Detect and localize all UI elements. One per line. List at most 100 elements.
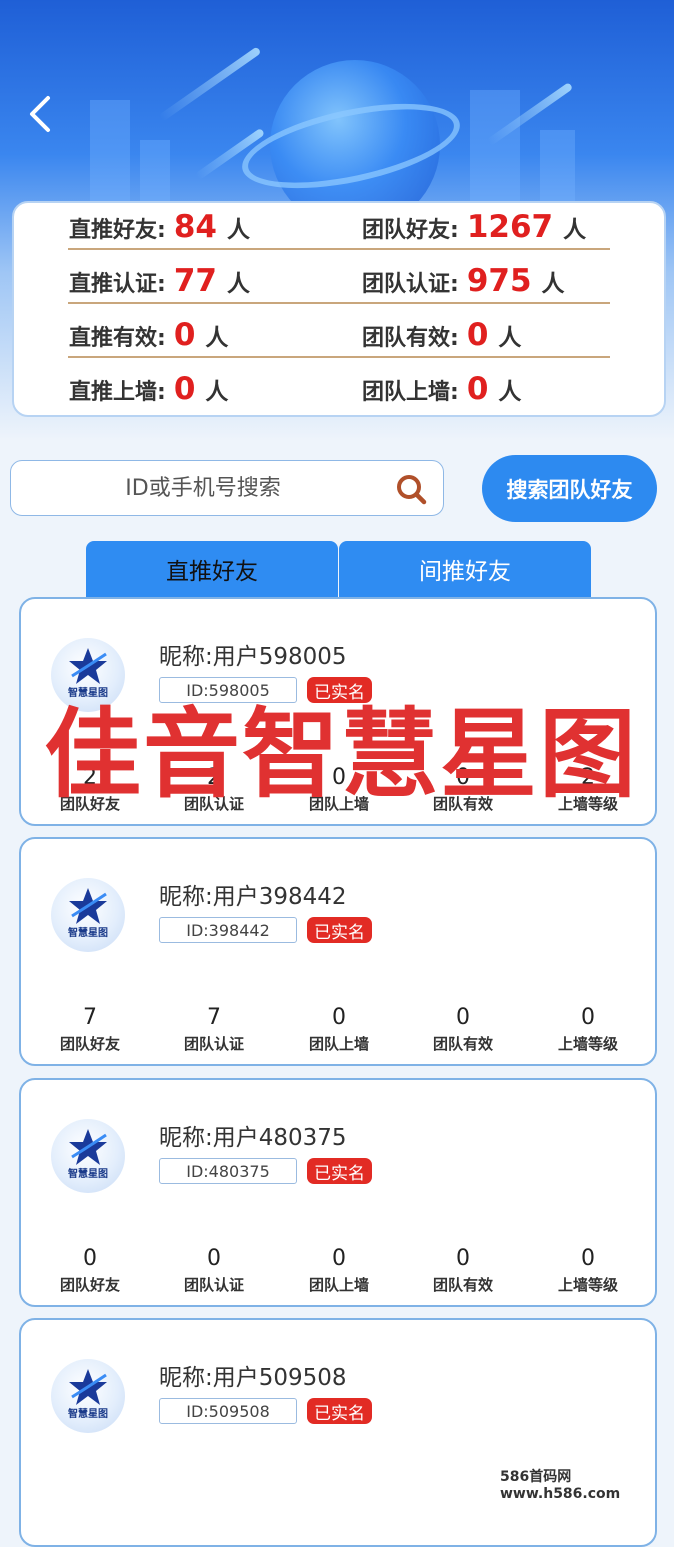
- star-logo-icon: [69, 1129, 107, 1165]
- member-stat: 0 团队有效: [418, 1247, 508, 1295]
- meteor-decoration: [158, 46, 262, 122]
- member-nickname: 昵称:用户480375: [159, 1125, 347, 1151]
- building-decoration: [90, 100, 130, 210]
- member-id: ID:480375: [159, 1158, 297, 1184]
- star-logo-icon: [69, 888, 107, 924]
- member-stat: 0 团队上墙: [294, 1247, 384, 1295]
- back-button[interactable]: [20, 92, 60, 136]
- avatar-logo-text: 智慧星图: [68, 1409, 108, 1420]
- member-stat-label: 上墙等级: [557, 1276, 618, 1294]
- divider: [68, 302, 610, 304]
- member-stat-label: 团队认证: [183, 1035, 244, 1053]
- member-stat-value: 7: [207, 1005, 221, 1030]
- stat-direct-verified: 直推认证: 77 人: [69, 263, 250, 303]
- member-stat-label: 团队好友: [59, 1035, 120, 1053]
- stat-value: 0: [466, 371, 489, 407]
- stat-unit: 人: [498, 379, 522, 405]
- verified-badge: 已实名: [307, 917, 372, 943]
- stat-label: 团队上墙:: [362, 380, 459, 405]
- member-stat-value: 0: [581, 1005, 595, 1030]
- stat-label: 直推上墙:: [69, 380, 166, 405]
- member-card[interactable]: 智慧星图 昵称:用户398442 ID:398442 已实名 7 团队好友 7 团队认证 0 团队…: [19, 837, 657, 1066]
- building-decoration: [540, 130, 575, 210]
- avatar-logo-text: 智慧星图: [68, 1169, 108, 1180]
- member-id: ID:509508: [159, 1398, 297, 1424]
- member-card[interactable]: 智慧星图 昵称:用户480375 ID:480375 已实名 0 团队好友 0 团队认证 0 团队…: [19, 1078, 657, 1307]
- stat-value: 975: [466, 263, 532, 299]
- stat-value: 77: [173, 263, 217, 299]
- chevron-left-icon: [30, 96, 50, 132]
- member-stat: 7 团队认证: [169, 1006, 259, 1054]
- avatar-logo-text: 智慧星图: [68, 928, 108, 939]
- member-stat-label: 团队好友: [59, 1276, 120, 1294]
- member-nickname: 昵称:用户509508: [159, 1365, 347, 1391]
- divider: [68, 356, 610, 358]
- member-stat: 0 团队有效: [418, 1006, 508, 1054]
- search-icon[interactable]: [394, 472, 428, 506]
- member-stat-value: 0: [83, 1246, 97, 1271]
- stat-direct-valid: 直推有效: 0 人: [69, 317, 228, 357]
- divider: [68, 248, 610, 250]
- avatar-logo-text: 智慧星图: [68, 688, 108, 699]
- member-stat: 0 团队好友: [45, 1247, 135, 1295]
- member-stat-label: 团队有效: [432, 1276, 493, 1294]
- star-logo-icon: [69, 1369, 107, 1405]
- stat-value: 1267: [466, 209, 554, 245]
- tab-direct-friends[interactable]: 直推好友: [86, 541, 338, 597]
- member-stat-label: 团队上墙: [308, 1035, 369, 1053]
- stat-unit: 人: [226, 217, 250, 243]
- team-stats-panel: 直推好友: 84 人 团队好友: 1267 人 直推认证: 77 人 团队认证:…: [12, 201, 666, 417]
- building-decoration: [140, 140, 170, 210]
- site-watermark: 586首码网 www.h586.com: [500, 1469, 621, 1502]
- verified-badge: 已实名: [307, 1158, 372, 1184]
- stat-label: 团队有效:: [362, 326, 459, 351]
- member-stat: 0 团队认证: [169, 1247, 259, 1295]
- member-stat-value: 7: [83, 1005, 97, 1030]
- member-stat-value: 0: [332, 1005, 346, 1030]
- member-nickname: 昵称:用户598005: [159, 644, 347, 670]
- stat-label: 团队好友:: [362, 218, 459, 243]
- search-team-button[interactable]: 搜索团队好友: [482, 455, 657, 522]
- member-stat-label: 团队上墙: [308, 1276, 369, 1294]
- verified-badge: 已实名: [307, 1398, 372, 1424]
- member-stat: 0 上墙等级: [543, 1247, 633, 1295]
- stat-value: 0: [173, 371, 196, 407]
- member-stat-value: 0: [456, 1246, 470, 1271]
- stat-value: 0: [466, 317, 489, 353]
- avatar: 智慧星图: [51, 1359, 125, 1433]
- stat-label: 直推好友:: [69, 218, 166, 243]
- member-stat-label: 上墙等级: [557, 1035, 618, 1053]
- stat-team-valid: 团队有效: 0 人: [362, 317, 521, 357]
- stat-unit: 人: [226, 271, 250, 297]
- watermark-text: 佳音智慧星图: [44, 698, 638, 811]
- search-input[interactable]: [11, 461, 395, 516]
- member-stat: 0 上墙等级: [543, 1006, 633, 1054]
- member-stat-value: 0: [456, 1005, 470, 1030]
- search-box: [10, 460, 444, 516]
- stat-unit: 人: [541, 271, 565, 297]
- stat-direct-wall: 直推上墙: 0 人: [69, 371, 228, 411]
- stat-label: 直推有效:: [69, 326, 166, 351]
- avatar: 智慧星图: [51, 1119, 125, 1193]
- stat-unit: 人: [205, 325, 229, 351]
- stat-team-wall: 团队上墙: 0 人: [362, 371, 521, 411]
- member-nickname: 昵称:用户398442: [159, 884, 347, 910]
- building-decoration: [470, 90, 520, 210]
- member-stat-value: 0: [332, 1246, 346, 1271]
- stat-unit: 人: [205, 379, 229, 405]
- member-stat-value: 0: [581, 1246, 595, 1271]
- stat-team-verified: 团队认证: 975 人: [362, 263, 565, 303]
- stat-value: 0: [173, 317, 196, 353]
- member-stat-value: 0: [207, 1246, 221, 1271]
- tab-indirect-friends[interactable]: 间推好友: [339, 541, 591, 597]
- star-logo-icon: [69, 648, 107, 684]
- member-stat: 7 团队好友: [45, 1006, 135, 1054]
- member-stat-label: 团队认证: [183, 1276, 244, 1294]
- avatar: 智慧星图: [51, 878, 125, 952]
- member-card[interactable]: 智慧星图 昵称:用户509508 ID:509508 已实名: [19, 1318, 657, 1547]
- stat-label: 直推认证:: [69, 272, 166, 297]
- stat-unit: 人: [563, 217, 587, 243]
- stat-label: 团队认证:: [362, 272, 459, 297]
- stat-unit: 人: [498, 325, 522, 351]
- stat-team-friends: 团队好友: 1267 人: [362, 209, 586, 249]
